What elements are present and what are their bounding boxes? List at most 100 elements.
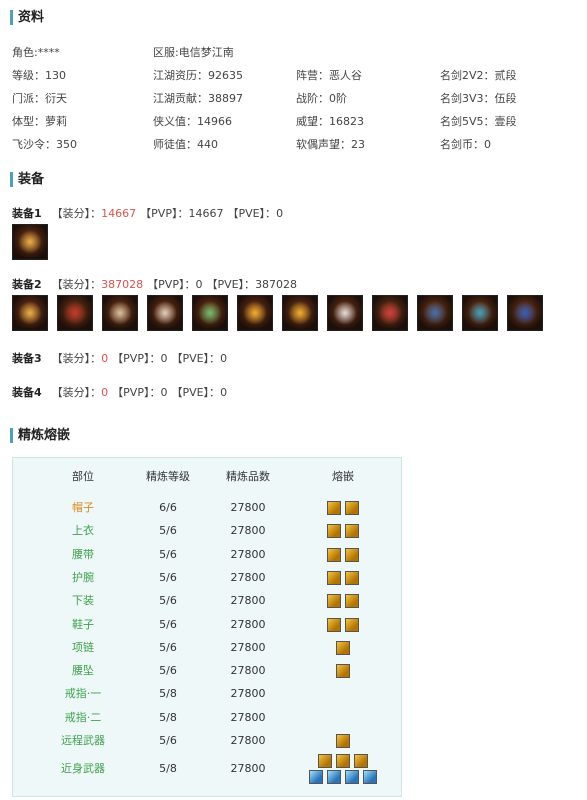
header-quality: 精炼品数 xyxy=(226,470,270,483)
equipment-item-icon[interactable] xyxy=(147,295,183,331)
gold-gem-icon[interactable] xyxy=(345,594,359,609)
gold-gem-icon[interactable] xyxy=(336,754,350,769)
equipment-pve: 0 xyxy=(220,352,228,365)
table-row: 项链 5/6 27800 xyxy=(13,636,401,659)
blue-gem-icon[interactable] xyxy=(327,770,341,785)
profile-field: 体型：萝莉 xyxy=(12,115,67,128)
refine-quality: 27800 xyxy=(230,594,266,608)
refine-part: 远程武器 xyxy=(61,734,105,747)
inlay-gems xyxy=(303,519,383,542)
refine-quality: 27800 xyxy=(230,617,266,631)
equipment-set-line: 装备4 【装分】：0 【PVP】：0 【PVE】：0 xyxy=(12,384,227,400)
gold-gem-icon[interactable] xyxy=(327,501,341,515)
refine-part: 帽子 xyxy=(72,501,94,514)
refine-level: 5/6 xyxy=(159,617,177,631)
equipment-pvp-label: 【PVP】： xyxy=(140,207,189,220)
table-row: 鞋子 5/6 27800 xyxy=(13,613,401,636)
profile-field: 师徒值：440 xyxy=(153,138,218,151)
profile-field: 战阶：0阶 xyxy=(296,92,347,105)
table-row: 上衣 5/6 27800 xyxy=(13,519,401,542)
item-glow-icon xyxy=(333,301,357,325)
gold-gem-icon[interactable] xyxy=(318,754,332,769)
table-row: 戒指·二 5/8 27800 xyxy=(13,706,401,729)
equipment-set-line: 装备3 【装分】：0 【PVP】：0 【PVE】：0 xyxy=(12,350,227,366)
equipment-score: 14667 xyxy=(101,207,137,220)
refine-part: 项链 xyxy=(72,640,94,654)
equipment-pvp-label: 【PVP】： xyxy=(112,352,161,365)
equipment-item-icon[interactable] xyxy=(12,295,48,331)
equipment-pve-label: 【PVE】： xyxy=(171,386,221,399)
profile-field: 区服:电信梦江南 xyxy=(153,46,234,59)
gold-gem-icon[interactable] xyxy=(327,594,341,609)
item-glow-icon xyxy=(63,301,87,325)
equipment-pvp: 0 xyxy=(160,386,168,399)
equipment-score-label: 【装分】： xyxy=(51,207,102,220)
gold-gem-icon[interactable] xyxy=(336,664,350,679)
table-row: 腰坠 5/6 27800 xyxy=(13,659,401,682)
equipment-pve-label: 【PVE】： xyxy=(171,352,221,365)
equipment-item-icon[interactable] xyxy=(507,295,543,331)
inlay-gems xyxy=(303,566,383,589)
equipment-name: 装备4 xyxy=(12,386,42,399)
gold-gem-icon[interactable] xyxy=(327,524,341,539)
item-glow-icon xyxy=(108,301,132,325)
refine-section-title: 精炼熔嵌 xyxy=(10,428,70,443)
item-glow-icon xyxy=(18,230,42,254)
profile-field: 名剑3V3：伍段 xyxy=(440,92,517,105)
gold-gem-icon[interactable] xyxy=(345,501,359,515)
equipment-item-icon[interactable] xyxy=(192,295,228,331)
equipment-name: 装备2 xyxy=(12,278,42,291)
equipment-name: 装备3 xyxy=(12,352,42,365)
gold-gem-icon[interactable] xyxy=(345,524,359,539)
gold-gem-icon[interactable] xyxy=(327,547,341,562)
equipment-item-icon[interactable] xyxy=(282,295,318,331)
equipment-item-icon[interactable] xyxy=(12,224,48,260)
inlay-gems xyxy=(303,753,383,785)
equipment-item-icon[interactable] xyxy=(417,295,453,331)
inlay-gems xyxy=(303,659,383,682)
gold-gem-icon[interactable] xyxy=(327,617,341,632)
profile-field: 威望：16823 xyxy=(296,115,364,128)
equipment-pve: 0 xyxy=(220,386,228,399)
header-level: 精炼等级 xyxy=(146,470,190,483)
gold-gem-icon[interactable] xyxy=(345,547,359,562)
gold-gem-icon[interactable] xyxy=(345,570,359,585)
profile-section-title: 资料 xyxy=(10,10,44,25)
gold-gem-icon[interactable] xyxy=(336,734,350,748)
table-row: 腰带 5/6 27800 xyxy=(13,543,401,566)
equipment-score-label: 【装分】： xyxy=(51,352,102,365)
equipment-pvp-label: 【PVP】： xyxy=(147,278,196,291)
refine-part: 腰坠 xyxy=(72,664,94,678)
equipment-item-icon[interactable] xyxy=(102,295,138,331)
gold-gem-icon[interactable] xyxy=(327,570,341,585)
equipment-item-icon[interactable] xyxy=(372,295,408,331)
equipment-pvp: 14667 xyxy=(188,207,224,220)
refine-part: 下装 xyxy=(72,594,94,608)
item-glow-icon xyxy=(423,301,447,325)
refine-part: 护腕 xyxy=(72,570,94,584)
gold-gem-icon[interactable] xyxy=(354,754,368,769)
blue-gem-icon[interactable] xyxy=(345,770,359,785)
inlay-gems xyxy=(303,589,383,612)
equipment-item-icon[interactable] xyxy=(57,295,93,331)
equipment-item-icon[interactable] xyxy=(327,295,363,331)
profile-field: 名剑币：0 xyxy=(440,138,491,151)
refine-level: 6/6 xyxy=(159,501,177,514)
equipment-item-icon[interactable] xyxy=(237,295,273,331)
profile-field: 侠义值：14966 xyxy=(153,115,232,128)
blue-gem-icon[interactable] xyxy=(363,770,377,785)
table-row: 护腕 5/6 27800 xyxy=(13,566,401,589)
inlay-gems xyxy=(303,613,383,636)
refine-quality: 27800 xyxy=(230,664,266,678)
profile-field: 门派：衍天 xyxy=(12,92,67,105)
gold-gem-icon[interactable] xyxy=(336,640,350,655)
equipment-section-title: 装备 xyxy=(10,172,44,187)
equipment-name: 装备1 xyxy=(12,207,42,220)
gold-gem-icon[interactable] xyxy=(345,617,359,632)
refine-table: 部位 精炼等级 精炼品数 熔嵌 帽子 6/6 27800 上衣 5/6 27800 腰带 5/… xyxy=(12,457,402,797)
refine-quality: 27800 xyxy=(230,547,266,561)
refine-quality: 27800 xyxy=(230,710,266,724)
equipment-score-label: 【装分】： xyxy=(51,278,102,291)
equipment-item-icon[interactable] xyxy=(462,295,498,331)
blue-gem-icon[interactable] xyxy=(309,770,323,785)
